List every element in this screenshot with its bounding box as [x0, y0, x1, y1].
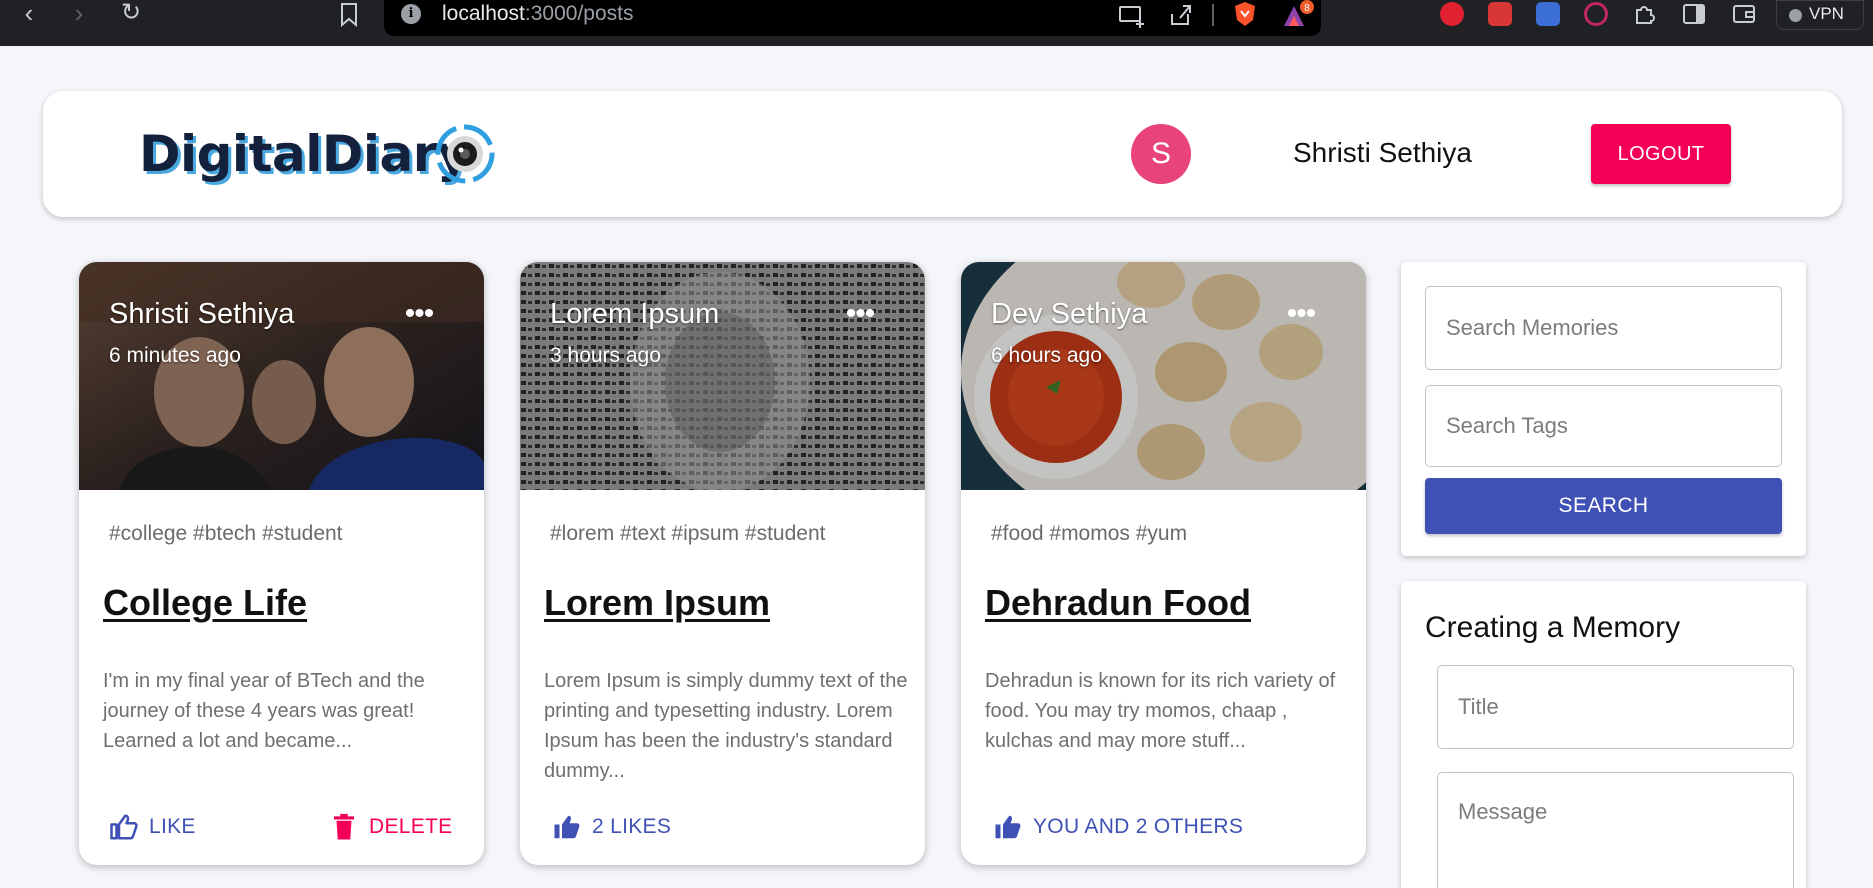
- back-icon[interactable]: ‹: [16, 0, 42, 30]
- extension-icon[interactable]: [1488, 2, 1512, 26]
- avatar[interactable]: S: [1131, 124, 1191, 184]
- thumb-up-filled-icon: [554, 815, 580, 839]
- browser-toolbar: ‹ › ↻ i localhost:3000/posts 8 VPN: [0, 0, 1873, 46]
- title-input[interactable]: [1437, 665, 1794, 749]
- brave-rewards-icon[interactable]: 8: [1280, 0, 1316, 30]
- thumb-up-outline-icon: [110, 814, 138, 840]
- like-button[interactable]: LIKE: [109, 810, 196, 844]
- post-title[interactable]: Lorem Ipsum: [544, 582, 770, 624]
- more-options-icon[interactable]: •••: [1277, 299, 1325, 334]
- post-title[interactable]: Dehradun Food: [985, 582, 1251, 624]
- logout-button[interactable]: LOGOUT: [1591, 124, 1731, 184]
- app-header: DigitalDiary S Shristi Sethiya LOGOUT: [43, 91, 1842, 217]
- thumb-up-filled-icon: [995, 815, 1021, 839]
- media-extension-icon[interactable]: [1584, 2, 1608, 26]
- more-options-icon[interactable]: •••: [395, 299, 443, 334]
- adblock-extension-icon[interactable]: [1440, 2, 1464, 26]
- trash-icon: [334, 813, 354, 840]
- like-label: 2 LIKES: [592, 815, 672, 838]
- post-actions: LIKE DELETE: [79, 810, 484, 850]
- like-label: LIKE: [149, 815, 196, 838]
- post-card[interactable]: Lorem Ipsum 3 hours ago ••• #lorem #text…: [520, 262, 925, 865]
- post-tags: #college #btech #student: [109, 522, 343, 545]
- post-time: 6 hours ago: [991, 344, 1102, 367]
- user-name: Shristi Sethiya: [1293, 137, 1472, 168]
- cast-icon[interactable]: [1118, 4, 1146, 28]
- like-label: YOU AND 2 OTHERS: [1033, 815, 1244, 838]
- search-tags-input[interactable]: [1425, 385, 1782, 467]
- post-message: Lorem Ipsum is simply dummy text of the …: [544, 670, 908, 782]
- post-card[interactable]: Dev Sethiya 6 hours ago ••• #food #momos…: [961, 262, 1366, 865]
- brave-shield-icon[interactable]: [1232, 0, 1258, 28]
- post-tags: #food #momos #yum: [991, 522, 1188, 545]
- post-author: Dev Sethiya: [991, 298, 1148, 330]
- message-textarea[interactable]: [1437, 772, 1794, 888]
- more-options-icon[interactable]: •••: [836, 299, 884, 334]
- search-memories-input[interactable]: [1425, 286, 1782, 370]
- site-info-icon[interactable]: i: [401, 4, 421, 24]
- wallet-icon[interactable]: [1732, 3, 1756, 25]
- like-button[interactable]: 2 LIKES: [552, 810, 671, 844]
- post-author: Shristi Sethiya: [109, 298, 295, 330]
- post-card[interactable]: Shristi Sethiya 6 minutes ago ••• #colle…: [79, 262, 484, 865]
- search-button[interactable]: SEARCH: [1425, 478, 1782, 534]
- url-text: localhost:3000/posts: [442, 2, 634, 25]
- forward-icon[interactable]: ›: [66, 0, 92, 30]
- post-title[interactable]: College Life: [103, 582, 307, 624]
- brand-title[interactable]: DigitalDiary: [139, 125, 470, 183]
- toolbar-divider: [1212, 4, 1214, 26]
- post-tags: #lorem #text #ipsum #student: [550, 522, 826, 545]
- address-bar[interactable]: i localhost:3000/posts 8: [384, 0, 1321, 36]
- delete-label: DELETE: [369, 815, 453, 838]
- vpn-button[interactable]: VPN: [1776, 0, 1864, 30]
- create-memory-panel: Creating a Memory: [1401, 581, 1806, 888]
- post-author: Lorem Ipsum: [550, 298, 720, 330]
- post-message: Dehradun is known for its rich variety o…: [985, 670, 1336, 752]
- post-time: 6 minutes ago: [109, 344, 241, 367]
- like-button[interactable]: YOU AND 2 OTHERS: [993, 810, 1243, 844]
- share-icon[interactable]: [1168, 2, 1194, 28]
- post-actions: 2 LIKES: [520, 810, 925, 850]
- post-time: 3 hours ago: [550, 344, 661, 367]
- delete-button[interactable]: DELETE: [329, 810, 453, 844]
- camera-lens-logo-icon: [435, 124, 495, 184]
- post-actions: YOU AND 2 OTHERS: [961, 810, 1366, 850]
- sidebar-toggle-icon[interactable]: [1682, 3, 1706, 25]
- svg-text:8: 8: [1304, 3, 1310, 14]
- extensions-puzzle-icon[interactable]: [1632, 2, 1656, 26]
- search-panel: SEARCH: [1401, 262, 1806, 556]
- bookmark-icon[interactable]: [338, 2, 360, 28]
- reload-icon[interactable]: ↻: [118, 0, 144, 30]
- post-message: I'm in my final year of BTech and the jo…: [103, 670, 425, 752]
- create-memory-heading: Creating a Memory: [1425, 611, 1681, 644]
- extension-icon[interactable]: [1536, 2, 1560, 26]
